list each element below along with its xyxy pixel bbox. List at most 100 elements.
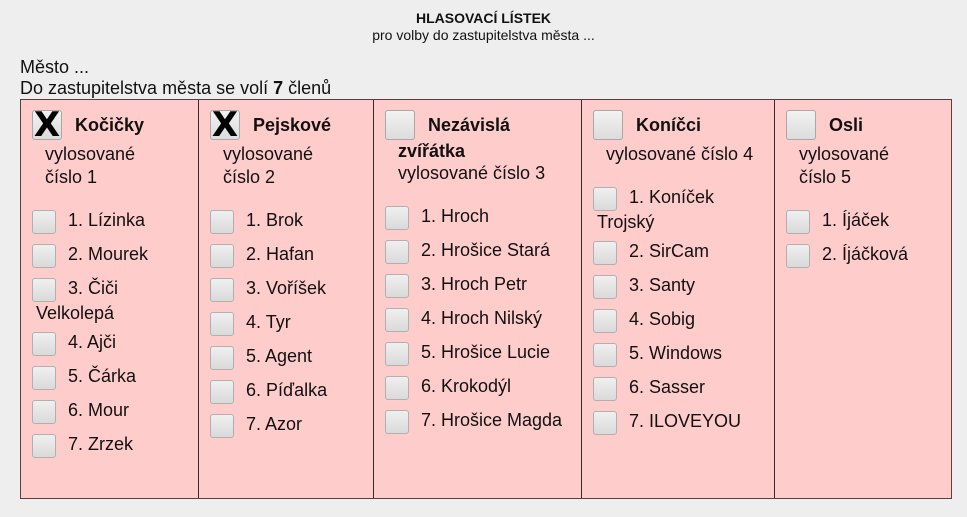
candidate-name: 4. Ajči <box>68 332 117 352</box>
candidate-checkbox[interactable] <box>210 244 234 268</box>
party-header: X Pejskové <box>210 108 373 142</box>
party-name: Koníčci <box>636 115 702 135</box>
party-column: X Pejskové vylosované číslo 2 1. Brok 2. Haf… <box>199 100 374 498</box>
candidate-item: 1. Brok <box>210 209 373 243</box>
party-draw-number: vylosované číslo 4 <box>606 144 754 164</box>
candidate-checkbox[interactable] <box>32 278 56 302</box>
party-checkbox[interactable]: X <box>210 108 240 142</box>
candidate-checkbox[interactable] <box>593 411 617 435</box>
candidate-item: 4. Ajči <box>32 331 198 365</box>
candidate-checkbox[interactable] <box>593 343 617 367</box>
candidate-checkbox[interactable] <box>32 366 56 390</box>
candidate-name-continued: Trojský <box>597 212 655 232</box>
candidate-checkbox[interactable] <box>210 278 234 302</box>
candidate-checkbox[interactable] <box>786 210 810 234</box>
candidate-item: 3. Hroch Petr <box>385 273 581 307</box>
ballot-header: HLASOVACÍ LÍSTEK pro volby do zastupitel… <box>0 0 967 43</box>
party-name: Pejskové <box>253 115 332 135</box>
candidate-checkbox[interactable] <box>385 274 409 298</box>
election-info: Město ... Do zastupitelstva města se vol… <box>20 57 331 99</box>
party-name: Kočičky <box>75 115 145 135</box>
candidate-checkbox[interactable] <box>210 414 234 438</box>
candidate-name: 5. Hrošice Lucie <box>421 342 551 362</box>
candidate-name: 6. Sasser <box>629 377 706 397</box>
candidate-name: 6. Mour <box>68 400 130 420</box>
candidate-name: 1. Íjáček <box>822 210 890 230</box>
candidate-name: 2. SirCam <box>629 241 710 261</box>
candidate-item: 3. Voříšek <box>210 277 373 311</box>
candidate-name: 1. Lízinka <box>68 210 146 230</box>
candidate-item: 2. Hrošice Stará <box>385 239 581 273</box>
party-draw-number: vylosované číslo 5 <box>799 144 890 187</box>
candidate-name: 5. Agent <box>246 346 313 366</box>
candidate-checkbox[interactable] <box>32 210 56 234</box>
candidate-name: 3. Santy <box>629 275 696 295</box>
city-label: Město ... <box>20 57 90 77</box>
candidate-item: 5. Agent <box>210 345 373 379</box>
party-checkbox[interactable] <box>786 110 816 140</box>
candidate-name: 6. Píďalka <box>246 380 328 400</box>
candidate-name: 4. Sobig <box>629 309 696 329</box>
party-checkbox[interactable]: X <box>32 105 62 145</box>
seats-prefix: Do zastupitelstva města se volí <box>20 78 269 98</box>
candidate-checkbox[interactable] <box>210 380 234 404</box>
candidate-name: 2. Hrošice Stará <box>421 240 551 260</box>
candidate-name: 7. Azor <box>246 414 303 434</box>
candidate-checkbox[interactable] <box>385 308 409 332</box>
candidate-checkbox[interactable] <box>593 275 617 299</box>
candidate-name: 7. Zrzek <box>68 434 134 454</box>
candidate-list: 1. Hroch 2. Hrošice Stará 3. Hroch Petr 4. … <box>385 205 581 443</box>
seats-info: Do zastupitelstva města se volí 7 členů <box>20 78 331 99</box>
candidate-checkbox[interactable] <box>32 400 56 424</box>
candidate-item: 7. ILOVEYOU <box>593 410 774 444</box>
candidate-item: 2. Íjáčková <box>786 243 967 277</box>
candidate-name: 1. Koníček <box>629 187 715 207</box>
candidate-item: 5. Hrošice Lucie <box>385 341 581 375</box>
party-column: Nezávislá zvířátka vylosované číslo 3 1. Hr… <box>374 100 582 498</box>
candidate-item: 7. Zrzek <box>32 433 198 467</box>
candidate-checkbox[interactable] <box>210 312 234 336</box>
candidate-item: 5. Čárka <box>32 365 198 399</box>
candidate-checkbox[interactable] <box>32 434 56 458</box>
seats-count: 7 <box>273 78 284 98</box>
candidate-item: 3. Čiči Velkolepá <box>32 277 198 325</box>
check-mark-icon: X <box>33 105 61 145</box>
candidate-name: 6. Krokodýl <box>421 376 512 396</box>
candidate-item: 6. Píďalka <box>210 379 373 413</box>
candidate-checkbox[interactable] <box>385 240 409 264</box>
candidate-name: 3. Hroch Petr <box>421 274 528 294</box>
candidate-checkbox[interactable] <box>786 244 810 268</box>
candidate-item: 2. Mourek <box>32 243 198 277</box>
candidate-name: 3. Voříšek <box>246 278 327 298</box>
candidate-name: 2. Íjáčková <box>822 244 909 264</box>
candidate-checkbox[interactable] <box>593 241 617 265</box>
candidate-name: 5. Čárka <box>68 366 137 386</box>
candidate-checkbox[interactable] <box>385 376 409 400</box>
candidate-name: 2. Mourek <box>68 244 149 264</box>
candidate-checkbox[interactable] <box>32 244 56 268</box>
candidate-checkbox[interactable] <box>385 410 409 434</box>
candidate-checkbox[interactable] <box>385 206 409 230</box>
party-header: Nezávislá <box>385 110 581 140</box>
party-checkbox[interactable] <box>385 110 415 140</box>
candidate-item: 1. Íjáček <box>786 209 967 243</box>
candidate-name: 4. Hroch Nilský <box>421 308 543 328</box>
candidate-checkbox[interactable] <box>593 187 617 211</box>
candidate-item: 7. Azor <box>210 413 373 447</box>
candidate-name: 4. Tyr <box>246 312 291 332</box>
party-name: Nezávislá <box>428 115 511 135</box>
candidate-checkbox[interactable] <box>593 377 617 401</box>
party-draw-number: vylosované číslo 2 <box>223 144 314 187</box>
seats-suffix: členů <box>288 78 332 98</box>
ballot-table: X Kočičky vylosované číslo 1 1. Lízinka 2. M… <box>20 99 952 499</box>
party-name: Osli <box>829 115 864 135</box>
candidate-checkbox[interactable] <box>210 346 234 370</box>
candidate-checkbox[interactable] <box>385 342 409 366</box>
candidate-checkbox[interactable] <box>593 309 617 333</box>
party-header: Koníčci <box>593 110 774 140</box>
party-column: Koníčci vylosované číslo 4 1. Koníček Trojs… <box>582 100 775 498</box>
candidate-checkbox[interactable] <box>210 210 234 234</box>
candidate-checkbox[interactable] <box>32 332 56 356</box>
candidate-item: 6. Krokodýl <box>385 375 581 409</box>
party-checkbox[interactable] <box>593 110 623 140</box>
